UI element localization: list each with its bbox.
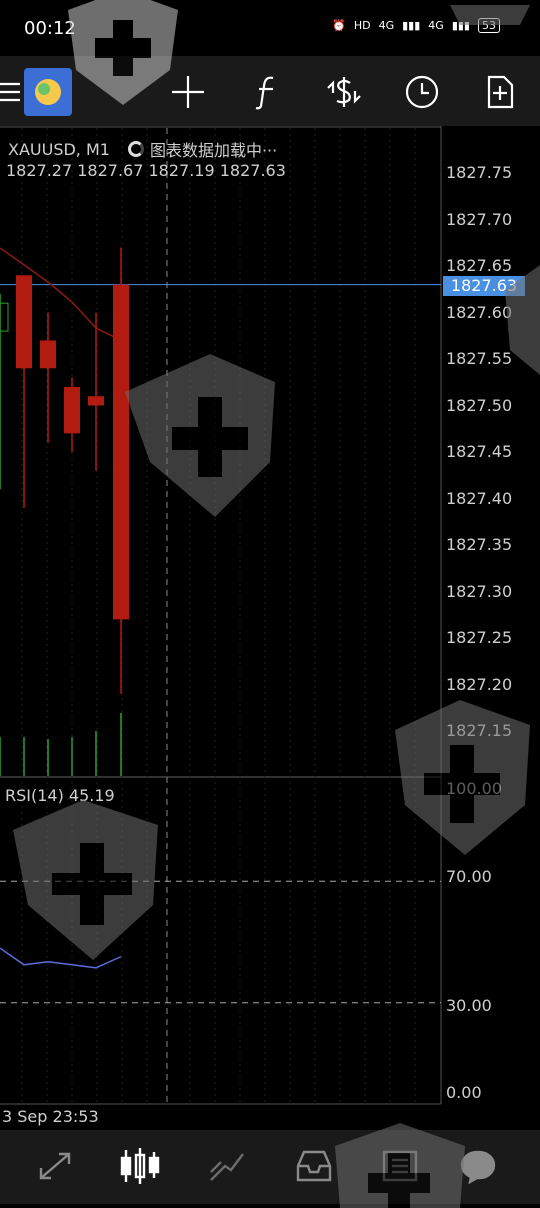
- candle-body: [0, 302, 9, 332]
- rsi-label: RSI(14) 45.19: [5, 786, 115, 805]
- indicator-f-icon[interactable]: [246, 72, 286, 112]
- price-tick-label: 1827.65: [446, 256, 513, 275]
- rsi-tick-label: 0.00: [446, 1083, 482, 1102]
- candle-body: [113, 284, 129, 620]
- price-tick-label: 1827.15: [446, 721, 513, 740]
- nav-history-icon[interactable]: [292, 1146, 336, 1186]
- battery-icon: 53: [478, 18, 500, 33]
- rsi-line: [0, 947, 122, 969]
- candle-body: [88, 396, 104, 406]
- status-bar: 00:12 ⏰ HD 4G ▮▮▮ 4G ▮▮▮ 53: [0, 0, 540, 56]
- chart-toolbar: [0, 56, 540, 126]
- system-icons: ⏰ HD 4G ▮▮▮ 4G ▮▮▮ 53: [332, 18, 500, 33]
- current-price-tag: 1827.63: [443, 276, 525, 296]
- price-tick-label: 1827.20: [446, 674, 513, 694]
- signal-icon: ▮▮▮: [402, 19, 421, 32]
- hd-icon: HD: [353, 19, 371, 32]
- price-tick-label: 1827.45: [446, 442, 513, 461]
- signal-icon: ▮▮▮: [451, 19, 470, 32]
- app-logo-icon[interactable]: [24, 68, 72, 116]
- price-tick-label: 1827.55: [446, 349, 513, 368]
- candle-body: [16, 275, 32, 369]
- price-tick-label: 1827.60: [446, 302, 513, 322]
- new-object-icon[interactable]: [480, 72, 520, 112]
- price-tick-label: 1827.50: [446, 395, 513, 415]
- candle-body: [40, 340, 56, 369]
- price-tick-label: 1827.75: [446, 163, 513, 182]
- loading-text: 图表数据加载中···: [149, 141, 278, 160]
- period-clock-icon[interactable]: [402, 72, 442, 112]
- symbol-dollar-icon[interactable]: [324, 72, 364, 112]
- symbol-header: XAUUSD, M1 图表数据加载中···: [8, 137, 277, 161]
- crosshair-icon[interactable]: [168, 72, 208, 112]
- nav-quotes-icon[interactable]: [33, 1146, 77, 1186]
- candle-body: [64, 386, 80, 434]
- symbol-label: XAUUSD, M1: [8, 139, 110, 159]
- price-tick-label: 1827.25: [446, 628, 513, 647]
- time-axis-label: 3 Sep 23:53: [2, 1107, 99, 1126]
- network-2: 4G: [428, 19, 444, 32]
- alarm-icon: ⏰: [332, 19, 346, 32]
- nav-trade-icon[interactable]: [205, 1146, 249, 1186]
- rsi-tick-label: 70.00: [446, 867, 492, 886]
- bottom-navigation: [0, 1130, 540, 1204]
- loading-spinner-icon: [127, 141, 144, 157]
- rsi-tick-label: 100.00: [446, 779, 502, 798]
- price-tick-label: 1827.70: [446, 209, 513, 229]
- ohlc-values: 1827.27 1827.67 1827.19 1827.63: [6, 161, 286, 180]
- price-tick-label: 1827.35: [446, 535, 513, 554]
- price-tick-label: 1827.40: [446, 488, 513, 508]
- network-1: 4G: [378, 19, 395, 32]
- nav-chart-icon[interactable]: [118, 1146, 162, 1186]
- nav-chat-icon[interactable]: [456, 1146, 500, 1186]
- status-time: 00:12: [24, 18, 76, 39]
- rsi-tick-label: 30.00: [446, 996, 492, 1015]
- nav-news-icon[interactable]: [378, 1146, 422, 1186]
- price-tick-label: 1827.30: [446, 581, 513, 601]
